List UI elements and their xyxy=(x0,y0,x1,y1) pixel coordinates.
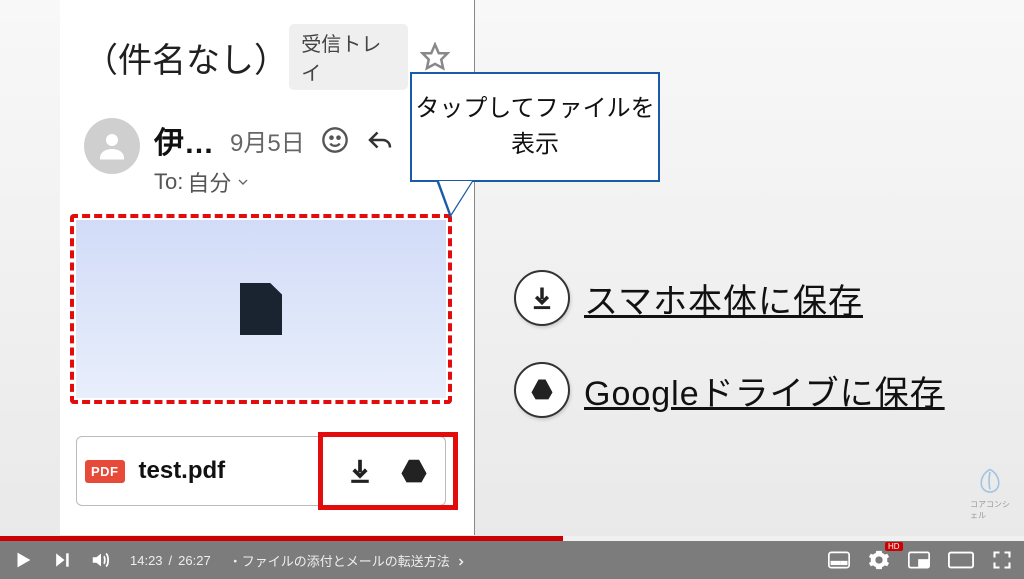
to-prefix: To: xyxy=(154,169,183,195)
email-date: 9月5日 xyxy=(230,123,305,158)
callout-bubble: タップしてファイルを 表示 xyxy=(410,72,660,182)
fullscreen-button[interactable] xyxy=(992,550,1012,570)
time-total: 26:27 xyxy=(178,553,211,568)
to-line[interactable]: To: 自分 xyxy=(154,166,395,198)
callout-text: タップしてファイルを 表示 xyxy=(415,91,654,163)
legend-download: スマホ本体に保存 xyxy=(514,270,863,326)
legend-download-label: スマホ本体に保存 xyxy=(584,274,863,323)
callout-tail xyxy=(436,180,474,218)
volume-button[interactable] xyxy=(90,549,112,571)
chevron-down-icon xyxy=(235,174,251,190)
miniplayer-button[interactable] xyxy=(908,551,930,569)
chapter-text: ファイルの添付とメールの転送方法 xyxy=(242,554,450,569)
email-subject: （件名なし） xyxy=(84,33,277,82)
watermark: コアコンシェル xyxy=(970,467,1010,521)
cc-button[interactable] xyxy=(828,551,850,569)
to-value: 自分 xyxy=(187,166,231,198)
hd-badge: HD xyxy=(885,542,903,551)
reply-icon[interactable] xyxy=(365,125,395,155)
play-button[interactable] xyxy=(12,549,34,571)
legend-drive: Googleドライブに保存 xyxy=(514,362,945,418)
pdf-badge: PDF xyxy=(85,460,125,483)
chapter-title[interactable]: ・ファイルの添付とメールの転送方法 xyxy=(229,551,468,570)
legend-drive-icon xyxy=(514,362,570,418)
player-bar: 14:23 / 26:27 ・ファイルの添付とメールの転送方法 HD xyxy=(0,541,1024,579)
star-icon[interactable] xyxy=(420,42,450,72)
watermark-label: コアコンシェル xyxy=(970,499,1010,521)
action-highlight xyxy=(318,432,458,510)
settings-button[interactable]: HD xyxy=(868,549,890,571)
attachment-filename: test.pdf xyxy=(139,457,226,485)
inbox-badge[interactable]: 受信トレイ xyxy=(289,24,408,90)
timecode: 14:23 / 26:27 xyxy=(130,553,211,568)
legend-download-icon xyxy=(514,270,570,326)
emoji-icon[interactable] xyxy=(321,126,349,154)
sender-name: 伊… xyxy=(154,118,214,162)
time-current: 14:23 xyxy=(130,553,163,568)
legend-drive-label: Googleドライブに保存 xyxy=(584,366,945,415)
theater-button[interactable] xyxy=(948,551,974,569)
attachment-highlight xyxy=(70,214,452,404)
avatar[interactable] xyxy=(84,118,140,174)
chapter-prefix: ・ xyxy=(229,554,242,569)
next-button[interactable] xyxy=(52,550,72,570)
time-sep: / xyxy=(169,553,173,568)
